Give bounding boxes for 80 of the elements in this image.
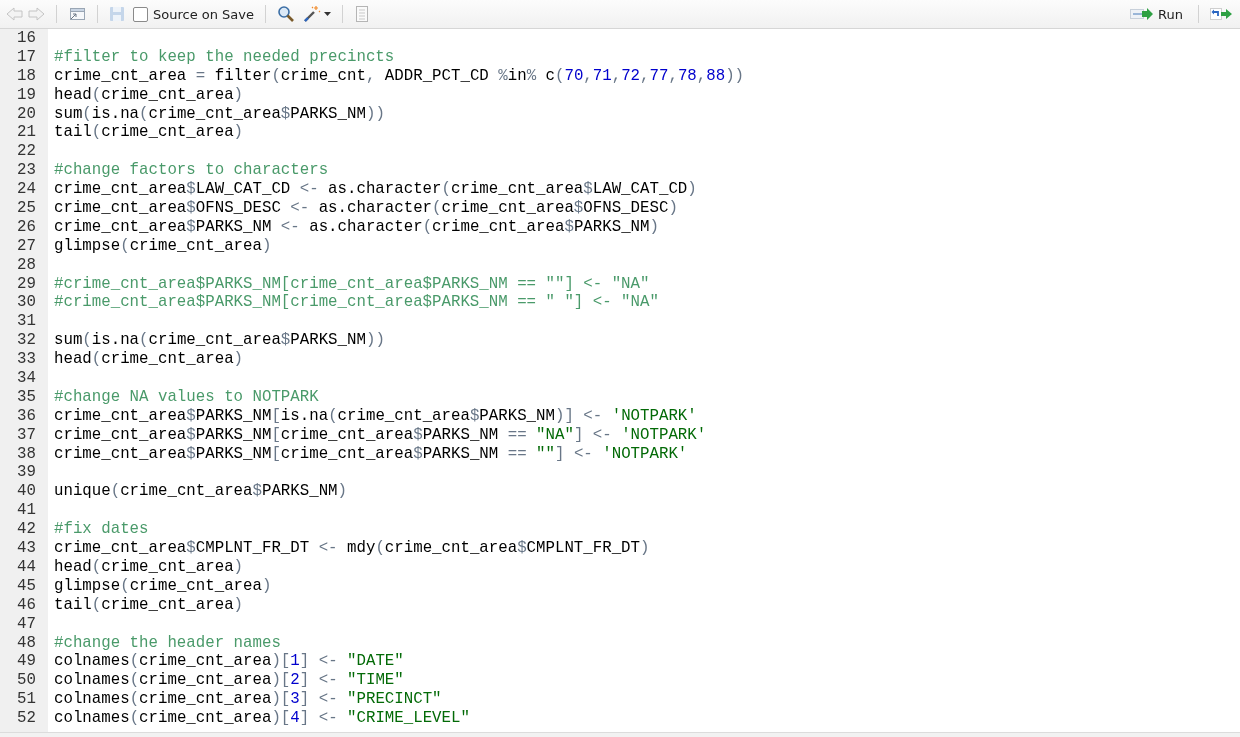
new-window-icon[interactable] [68,7,86,21]
code-line: crime_cnt_area$PARKS_NM[crime_cnt_area$PARKS_NM == "NA"] <- 'NOTPARK' [54,425,707,445]
code-line: colnames(crime_cnt_area)[3] <- "PRECINCT" [54,690,442,710]
line-number: 35 [16,387,37,407]
code-line: crime_cnt_area$LAW_CAT_CD <- as.character(crime_cnt_area$LAW_CAT_CD) [54,180,697,199]
code-line: colnames(crime_cnt_area)[1] <- "DATE" [54,652,404,672]
line-number: 44 [16,557,37,577]
code-line: colnames(crime_cnt_area)[2] <- "TIME" [54,671,404,691]
code-line: #crime_cnt_area$PARKS_NM[crime_cnt_area$PARKS_NM == " "] <- "NA" [54,293,659,313]
run-button[interactable]: Run [1126,6,1187,22]
line-number: 37 [16,425,37,445]
search-icon[interactable] [277,5,296,23]
line-number: 32 [16,331,37,351]
code-line: #fix dates [54,520,149,540]
magic-wand-icon [303,5,322,23]
line-number: 52 [16,709,37,728]
line-number: 50 [16,671,37,691]
line-number: 46 [16,595,37,615]
line-number: 24 [16,180,37,199]
line-number: 48 [16,633,37,653]
line-number: 47 [16,614,37,634]
code-line: crime_cnt_area$PARKS_NM[crime_cnt_area$PARKS_NM == ""] <- 'NOTPARK' [54,444,688,464]
line-number: 29 [16,274,37,294]
source-on-save-checkbox[interactable]: Source on Save [133,6,255,22]
code-line: head(crime_cnt_area) [54,557,244,577]
line-number: 27 [16,236,37,256]
line-number: 22 [16,142,37,162]
code-line: unique(crime_cnt_area$PARKS_NM) [54,482,348,502]
code-line: crime_cnt_area$PARKS_NM <- as.character(crime_cnt_area$PARKS_NM) [54,217,659,237]
notebook-icon[interactable] [354,5,371,23]
line-number: 34 [16,369,37,388]
line-number: 36 [16,406,37,426]
line-number: 17 [16,47,37,67]
code-line: sum(is.na(crime_cnt_area$PARKS_NM)) [54,331,385,351]
line-number: 19 [16,85,37,105]
line-number: 16 [16,29,37,48]
code-line: glimpse(crime_cnt_area) [54,576,272,596]
line-number: 43 [16,539,37,558]
code-line: #filter to keep the needed precincts [54,47,395,67]
magic-wand-menu[interactable] [303,5,332,23]
horizontal-scrollbar[interactable] [0,732,1240,737]
line-number: 39 [16,463,37,483]
line-number: 51 [16,690,37,710]
line-number: 20 [16,104,37,124]
caret-icon [324,12,332,16]
rerun-icon[interactable] [1210,7,1234,21]
line-number: 30 [16,293,37,313]
line-number: 25 [16,199,37,218]
code-line: head(crime_cnt_area) [54,85,244,105]
code-line: sum(is.na(crime_cnt_area$PARKS_NM)) [54,104,385,124]
code-line: #crime_cnt_area$PARKS_NM[crime_cnt_area$PARKS_NM == ""] <- "NA" [54,274,650,294]
line-number: 31 [16,312,37,332]
line-number: 21 [16,123,37,143]
line-number: 49 [16,652,37,672]
code-line: tail(crime_cnt_area) [54,595,244,615]
code-line: head(crime_cnt_area) [54,350,244,370]
back-arrow-icon[interactable] [6,7,24,21]
line-number: 18 [16,66,37,86]
line-number: 33 [16,350,37,370]
line-number: 42 [16,520,37,540]
forward-arrow-icon[interactable] [27,7,45,21]
code-line: #change the header names [54,633,281,653]
line-number: 23 [16,161,37,181]
save-icon[interactable] [109,6,125,22]
code-line: #change factors to characters [54,161,329,181]
line-number: 45 [16,576,37,596]
line-number: 41 [16,501,37,521]
code-line: crime_cnt_area$CMPLNT_FR_DT <- mdy(crime_cnt_area$CMPLNT_FR_DT) [54,539,650,558]
line-number: 38 [16,444,37,464]
code-line: crime_cnt_area$OFNS_DESC <- as.character(crime_cnt_area$OFNS_DESC) [54,199,678,218]
line-number: 40 [16,482,37,502]
code-line: #change NA values to NOTPARK [54,387,319,407]
run-arrow-icon [1130,7,1155,21]
code-line: colnames(crime_cnt_area)[4] <- "CRIME_LEVEL" [54,709,470,728]
code-line: crime_cnt_area$PARKS_NM[is.na(crime_cnt_area$PARKS_NM)] <- 'NOTPARK' [54,406,697,426]
code-line: glimpse(crime_cnt_area) [54,236,272,256]
line-number: 26 [16,217,37,237]
code-line: tail(crime_cnt_area) [54,123,244,143]
line-number: 28 [16,255,37,275]
code-line: crime_cnt_area = filter(crime_cnt, ADDR_PCT_CD %in% c(70,71,72,77,78,88)) [54,66,745,86]
